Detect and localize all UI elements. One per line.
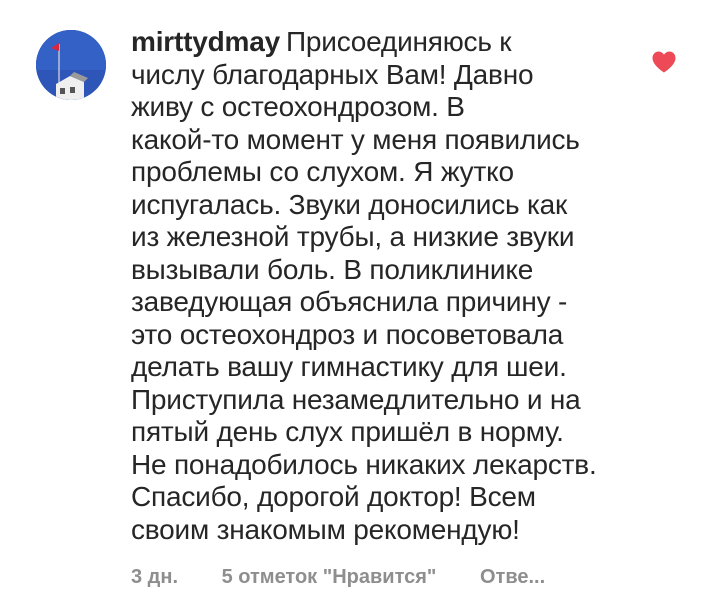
avatar-image (36, 30, 106, 100)
comment-text-line: испугалась. Звуки доносились как (131, 188, 568, 220)
comment-text-line: проблемы со слухом. Я жутко (131, 156, 514, 187)
comment-text-line: вызывали боль. В поликлинике (131, 253, 534, 285)
comment-body: mirttydmay Присоединяюсь к числу благодар… (131, 26, 631, 546)
comment-text-line: Спасибо, дорогой доктор! Всем (131, 481, 536, 512)
comment-text-line: своим знакомым рекомендую! (131, 513, 520, 545)
comment-text-line: заведующая объяснила причину - (131, 286, 568, 317)
avatar[interactable] (36, 30, 106, 100)
comment-text-line: Приступила незамедлительно и на (131, 383, 581, 415)
like-button[interactable] (651, 50, 677, 74)
comment-text-line: из железной трубы, а низкие звуки (131, 221, 575, 252)
comment-text-line: числу благодарных Вам! Давно (131, 58, 534, 90)
comment-text-line: пятый день слух пришёл в норму. (131, 416, 564, 447)
comment-first-line: mirttydmay Присоединяюсь к (131, 26, 631, 59)
comment-text-line: Не понадобилось никаких лекарств. (131, 448, 597, 480)
comment-text-line: делать вашу гимнастику для шеи. (131, 351, 567, 382)
comment-time: 3 дн. (131, 566, 179, 588)
reply-button[interactable]: Отве... (480, 566, 545, 589)
comment-text-line: живу с остеохондрозом. В (131, 91, 465, 122)
heart-icon[interactable] (651, 50, 677, 74)
comment-text-line: какой-то момент у меня появились (131, 123, 580, 155)
comment-text-line: это остеохондроз и посоветовала (131, 318, 564, 350)
likes-count[interactable]: 5 отметок "Нравится" (222, 566, 437, 589)
comment-meta: 3 дн. 5 отметок "Нравится" Отве... (131, 566, 545, 589)
username[interactable]: mirttydmay (131, 26, 280, 57)
comment-text-line: Присоединяюсь к (285, 26, 512, 57)
comment: mirttydmay Присоединяюсь к числу благодар… (0, 0, 720, 607)
